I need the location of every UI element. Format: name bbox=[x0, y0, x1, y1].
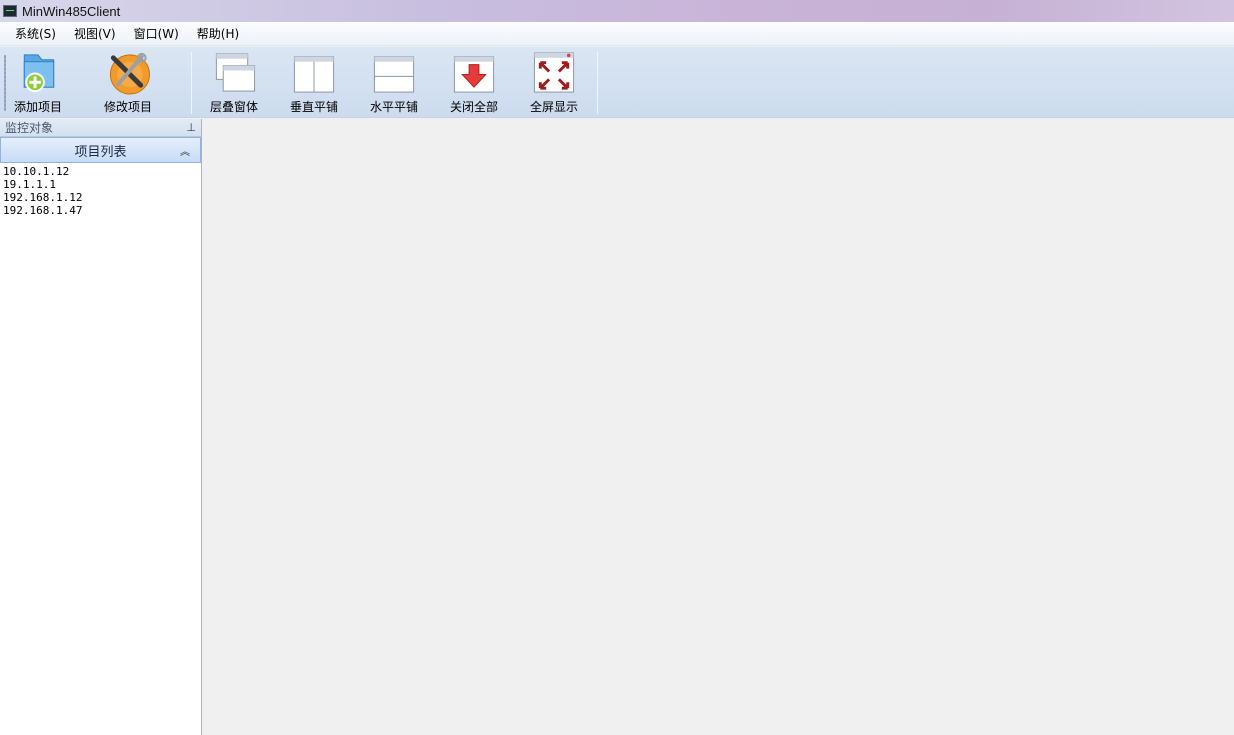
close-all-button[interactable]: 关闭全部 bbox=[446, 49, 502, 115]
project-list-title: 项目列表 bbox=[74, 144, 127, 160]
dock-header[interactable]: 监控对象 ⊥ bbox=[0, 119, 201, 137]
project-list: 10.10.1.12 19.1.1.1 192.168.1.12 192.168… bbox=[0, 163, 201, 219]
tile-vertical-label: 垂直平铺 bbox=[289, 100, 338, 114]
menu-help[interactable]: 帮助(H) bbox=[188, 23, 248, 45]
title-bar[interactable]: MinWin485Client bbox=[0, 0, 1234, 22]
menu-view[interactable]: 视图(V) bbox=[65, 23, 125, 45]
close-all-icon bbox=[453, 56, 495, 93]
cascade-windows-button[interactable]: 层叠窗体 bbox=[206, 49, 262, 115]
menu-window[interactable]: 窗口(W) bbox=[125, 23, 188, 45]
toolbar-separator bbox=[191, 52, 192, 114]
menu-system[interactable]: 系统(S) bbox=[6, 23, 65, 45]
tile-horizontal-label: 水平平铺 bbox=[369, 100, 418, 114]
tile-vertical-button[interactable]: 垂直平铺 bbox=[286, 49, 342, 115]
list-item[interactable]: 19.1.1.1 bbox=[3, 178, 198, 191]
add-project-label: 添加项目 bbox=[13, 100, 62, 114]
menu-bar: 系统(S) 视图(V) 窗口(W) 帮助(H) bbox=[0, 22, 1234, 46]
edit-project-button[interactable]: 修改项目 bbox=[100, 49, 156, 115]
dock-title: 监控对象 bbox=[5, 121, 54, 135]
collapse-icon[interactable]: ︽ bbox=[180, 143, 190, 158]
fullscreen-icon bbox=[533, 52, 575, 93]
tile-vertical-icon bbox=[293, 56, 335, 93]
tools-icon bbox=[109, 52, 151, 95]
mdi-client-area[interactable] bbox=[203, 119, 1234, 735]
pin-icon[interactable]: ⊥ bbox=[186, 121, 196, 134]
toolbar: 添加项目 修改项目 层叠窗体 垂直平铺 水平平铺 关闭全部 全屏显示 bbox=[0, 47, 1234, 118]
monitor-dock-pane: 监控对象 ⊥ 项目列表 ︽ 10.10.1.12 19.1.1.1 192.16… bbox=[0, 119, 202, 735]
app-icon[interactable] bbox=[3, 5, 17, 17]
window-title: MinWin485Client bbox=[22, 3, 121, 19]
cascade-windows-icon bbox=[215, 53, 256, 92]
add-project-button[interactable]: 添加项目 bbox=[10, 49, 66, 115]
close-all-label: 关闭全部 bbox=[449, 100, 498, 114]
list-item[interactable]: 10.10.1.12 bbox=[3, 165, 198, 178]
list-item[interactable]: 192.168.1.12 bbox=[3, 191, 198, 204]
add-folder-icon bbox=[23, 54, 55, 93]
project-list-header[interactable]: 项目列表 ︽ bbox=[0, 137, 201, 163]
cascade-windows-label: 层叠窗体 bbox=[209, 100, 258, 114]
fullscreen-button[interactable]: 全屏显示 bbox=[526, 49, 582, 115]
toolbar-separator bbox=[597, 52, 598, 114]
fullscreen-label: 全屏显示 bbox=[529, 100, 578, 114]
edit-project-label: 修改项目 bbox=[103, 100, 152, 114]
tile-horizontal-icon bbox=[373, 56, 415, 93]
toolbar-grip[interactable] bbox=[4, 55, 6, 111]
list-item[interactable]: 192.168.1.47 bbox=[3, 204, 198, 217]
tile-horizontal-button[interactable]: 水平平铺 bbox=[366, 49, 422, 115]
